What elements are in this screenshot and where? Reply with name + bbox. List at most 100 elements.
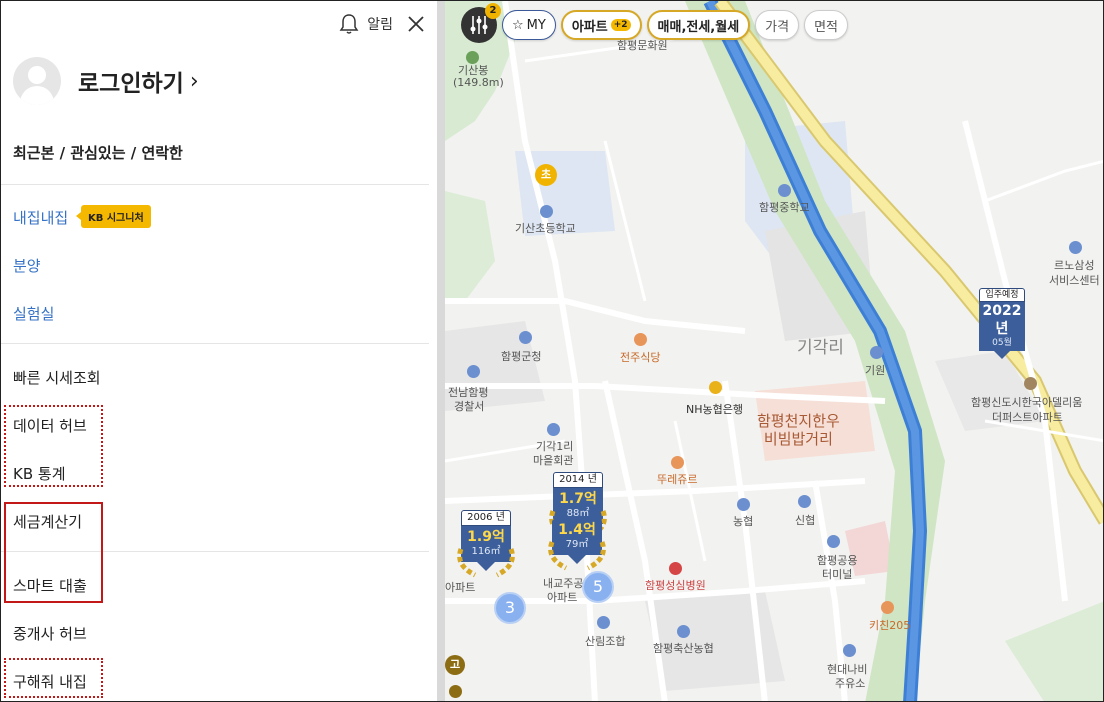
divider: [1, 343, 429, 344]
restaurant-icon: [634, 333, 647, 346]
sidebar-topbar: 알림: [339, 13, 425, 35]
marker-price: 1.9억: [467, 529, 505, 545]
laurel-icon: [457, 548, 515, 578]
map-label: 농협: [733, 515, 754, 528]
profile-row[interactable]: 로그인하기 ›: [13, 57, 199, 105]
map-label: 경찰서: [454, 400, 485, 413]
police-icon: [467, 365, 480, 378]
recent-favorites-link[interactable]: 최근본 / 관심있는 / 연락한: [13, 142, 183, 163]
district-label: 기각리: [797, 338, 844, 358]
apartment-icon: [1024, 377, 1037, 390]
gas-station-icon: [843, 644, 856, 657]
map-label: 터미널: [822, 568, 853, 581]
kb-signature-badge: KB 시그니처: [76, 205, 151, 228]
map-label: 기원: [865, 364, 886, 377]
price-marker[interactable]: 1.4억 79㎡: [548, 519, 606, 571]
school-icon: [449, 685, 462, 698]
map-view[interactable]: 2 ☆ MY 아파트 +2 매매,전세,월세 가격 면적 기산봉 (149.8m…: [445, 1, 1103, 701]
highlight-box-dotted: [4, 405, 103, 487]
high-school-badge[interactable]: 고: [445, 655, 465, 675]
app-root: 알림 로그인하기 › 최근본 / 관심있는 / 연락한 내집내집 KB 시그니처…: [0, 0, 1104, 702]
map-label: 전주식당: [620, 351, 661, 364]
my-chip-label: MY: [526, 17, 546, 33]
map-label: 뚜레쥬르: [657, 473, 698, 486]
my-chip[interactable]: ☆ MY: [502, 10, 556, 40]
notice-label[interactable]: 알림: [367, 14, 393, 34]
map-label: 신협: [795, 514, 816, 527]
map-label: 르노삼성: [1054, 259, 1095, 272]
wrench-icon: [1069, 241, 1082, 254]
bank-icon: [798, 495, 811, 508]
area-label-line: 함평천지한우: [757, 412, 840, 430]
apartment-chip[interactable]: 아파트 +2: [560, 10, 642, 40]
hospital-icon: [669, 562, 682, 575]
map-label: NH농협은행: [686, 403, 743, 416]
map-label: 마을회관: [533, 454, 574, 467]
bakery-icon: [671, 456, 684, 469]
marker-year: 2006 년: [461, 510, 511, 526]
map-label: 함평중학교: [759, 201, 810, 214]
scheduled-month: 05월: [979, 338, 1025, 351]
menu-quick-price[interactable]: 빠른 시세조회: [13, 367, 101, 388]
scheduled-movein-marker[interactable]: 입주예정 2022년 05월: [979, 288, 1025, 359]
elementary-school-badge[interactable]: 초: [535, 164, 557, 186]
trade-type-label: 매매,전세,월세: [657, 19, 740, 35]
scheduled-label: 입주예정: [979, 288, 1025, 302]
area-label: 함평천지한우 비빔밥거리: [757, 412, 840, 448]
marker-price: 1.7억: [559, 491, 597, 507]
close-icon[interactable]: [407, 15, 425, 33]
scheduled-year: 2022년: [979, 302, 1025, 338]
cafe-icon: [881, 601, 894, 614]
map-label: 함평문화원: [617, 39, 668, 52]
menu-lab[interactable]: 실험실: [13, 303, 54, 324]
menu-broker-hub[interactable]: 중개사 허브: [13, 623, 87, 644]
apartment-chip-label: 아파트: [571, 19, 608, 35]
bus-icon: [827, 535, 840, 548]
price-chip[interactable]: 가격: [755, 10, 800, 40]
filter-settings-button[interactable]: 2: [461, 3, 501, 43]
highlight-box-solid: [4, 502, 103, 603]
map-label: 함평축산농협: [653, 642, 714, 655]
login-button[interactable]: 로그인하기: [78, 64, 184, 98]
map-label: 키친205: [869, 619, 911, 632]
map-label: 아파트: [445, 581, 476, 594]
price-chip-label: 가격: [765, 19, 790, 35]
apartment-plus-badge: +2: [610, 19, 631, 31]
bank-icon: [677, 625, 690, 638]
area-chip[interactable]: 면적: [804, 10, 849, 40]
laurel-icon: [548, 541, 606, 571]
school-icon: [540, 205, 553, 218]
map-label: 아파트: [547, 591, 578, 604]
building-icon: [870, 346, 883, 359]
sidebar-map-divider[interactable]: [437, 1, 445, 701]
map-label: 서비스센터: [1049, 274, 1100, 287]
divider: [1, 184, 429, 185]
village-hall-icon: [547, 423, 560, 436]
cluster-marker[interactable]: 5: [582, 571, 614, 603]
menu-presale[interactable]: 분양: [13, 255, 41, 276]
trade-type-chip[interactable]: 매매,전세,월세: [646, 10, 751, 40]
filter-count-badge: 2: [485, 3, 501, 19]
map-label: 함평군청: [501, 350, 542, 363]
map-label: 함평신도시한국아델리움: [971, 396, 1083, 409]
area-label-line: 비빔밥거리: [763, 430, 833, 448]
map-label: 주유소: [835, 677, 866, 690]
marker-price: 1.4억: [558, 522, 596, 538]
cluster-marker[interactable]: 3: [494, 592, 526, 624]
map-label: (149.8m): [453, 76, 504, 89]
map-label: 더퍼스트아파트: [992, 411, 1063, 424]
highlight-box-dotted: [4, 658, 103, 698]
avatar: [13, 57, 61, 105]
map-label: 기산초등학교: [515, 222, 576, 235]
bank-icon: [597, 616, 610, 629]
school-icon: [778, 184, 791, 197]
price-marker[interactable]: 2006 년 1.9억 116㎡: [457, 510, 515, 578]
bank-icon: [709, 381, 722, 394]
marker-year: 2014 년: [553, 472, 603, 488]
star-icon: ☆: [512, 17, 524, 33]
bell-icon[interactable]: [339, 13, 359, 35]
government-icon: [519, 331, 532, 344]
chevron-right-icon: ›: [189, 68, 199, 94]
side-menu: 알림 로그인하기 › 최근본 / 관심있는 / 연락한 내집내집 KB 시그니처…: [1, 1, 437, 701]
menu-my-home[interactable]: 내집내집: [13, 207, 68, 228]
